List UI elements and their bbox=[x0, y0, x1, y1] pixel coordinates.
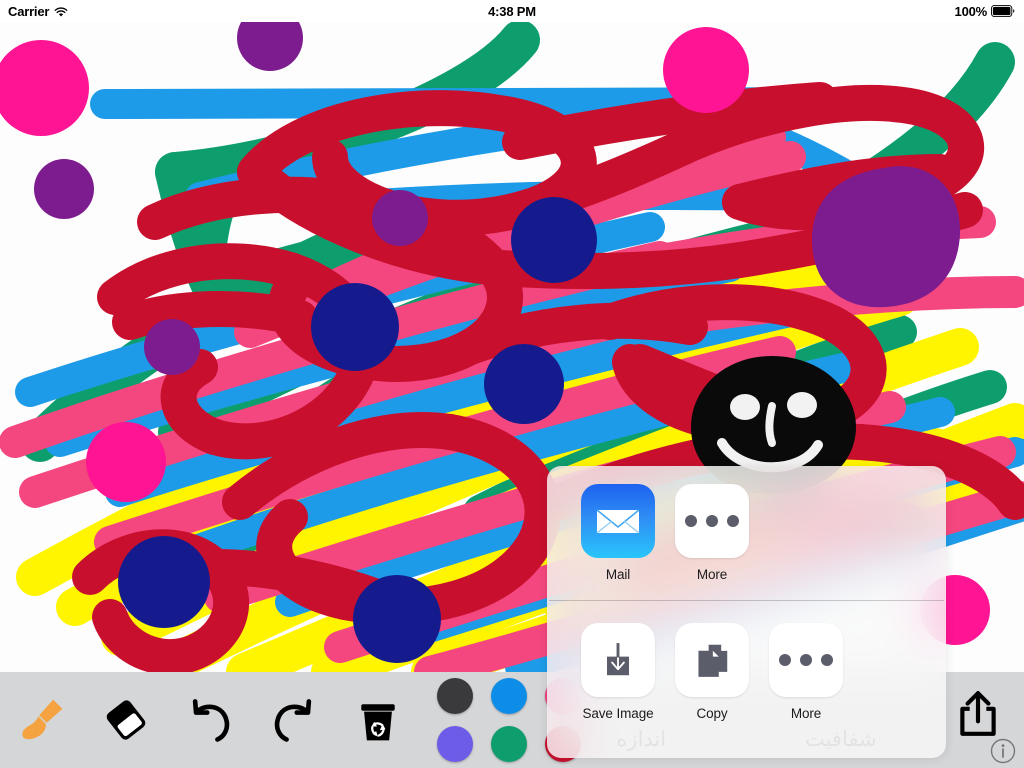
swatch-dark[interactable] bbox=[437, 678, 473, 714]
mail-envelope-icon bbox=[596, 509, 640, 534]
share-button[interactable] bbox=[948, 684, 1008, 744]
share-action-more[interactable]: More bbox=[769, 623, 843, 721]
status-bar: Carrier 4:38 PM 100% bbox=[0, 0, 1024, 22]
brush-tool[interactable] bbox=[0, 672, 84, 768]
share-item-more-apps[interactable]: More bbox=[675, 484, 749, 582]
trash-recycle-icon bbox=[361, 704, 395, 741]
info-button[interactable] bbox=[990, 738, 1016, 764]
dot-navy bbox=[353, 575, 441, 663]
swatch-blue[interactable] bbox=[491, 678, 527, 714]
ellipsis-icon bbox=[685, 515, 739, 527]
battery-percent-label: 100% bbox=[954, 3, 988, 19]
wifi-icon bbox=[54, 6, 68, 17]
ghost-label-transparency: شفافیت bbox=[804, 728, 877, 751]
status-bar-left: Carrier bbox=[8, 4, 68, 19]
ellipsis-icon bbox=[779, 654, 833, 666]
dot-magenta bbox=[663, 27, 749, 113]
swatch-green[interactable] bbox=[491, 726, 527, 762]
undo-arrow-icon bbox=[192, 699, 230, 742]
ghost-labels: شفافیت اندازه bbox=[547, 727, 946, 752]
share-item-mail[interactable]: Mail bbox=[581, 484, 655, 582]
info-circle-icon bbox=[990, 738, 1016, 764]
share-action-label: Copy bbox=[696, 706, 728, 721]
battery-full-icon bbox=[991, 5, 1016, 17]
copy-documents-icon bbox=[698, 644, 728, 677]
share-actions-row: Save Image Copy More bbox=[547, 601, 946, 721]
paintbrush-icon bbox=[22, 699, 63, 740]
share-action-label: More bbox=[790, 706, 822, 721]
dot-purple bbox=[372, 190, 428, 246]
undo-button[interactable] bbox=[168, 672, 252, 768]
drawing-app-screen: Carrier 4:38 PM 100% Mail More Save Imag… bbox=[0, 0, 1024, 768]
save-image-tile bbox=[581, 623, 655, 697]
swatch-purple[interactable] bbox=[437, 726, 473, 762]
dot-navy bbox=[118, 536, 210, 628]
eraser-tool[interactable] bbox=[84, 672, 168, 768]
ghost-label-size: اندازه bbox=[616, 728, 667, 751]
clear-button[interactable] bbox=[336, 672, 420, 768]
copy-tile bbox=[675, 623, 749, 697]
share-item-label: More bbox=[696, 567, 728, 582]
share-sheet-panel: Mail More Save Image Copy More شفافیت ان… bbox=[547, 466, 946, 758]
redo-button[interactable] bbox=[252, 672, 336, 768]
dot-purple bbox=[144, 319, 200, 375]
carrier-label: Carrier bbox=[8, 3, 50, 19]
eraser-icon bbox=[106, 700, 146, 740]
dot-magenta bbox=[86, 422, 166, 502]
dot-navy bbox=[484, 344, 564, 424]
redo-arrow-icon bbox=[274, 699, 312, 742]
mail-tile bbox=[581, 484, 655, 558]
share-action-copy[interactable]: Copy bbox=[675, 623, 749, 721]
share-action-label: Save Image bbox=[582, 706, 654, 721]
status-bar-time: 4:38 PM bbox=[488, 3, 536, 19]
share-item-label: Mail bbox=[605, 567, 631, 582]
share-export-icon bbox=[960, 691, 996, 736]
save-download-icon bbox=[607, 643, 629, 676]
more-apps-tile bbox=[675, 484, 749, 558]
share-apps-row: Mail More bbox=[547, 466, 946, 582]
dot-navy bbox=[311, 283, 399, 371]
dot-navy bbox=[511, 197, 597, 283]
more-actions-tile bbox=[769, 623, 843, 697]
status-bar-right: 100% bbox=[955, 4, 1016, 19]
share-action-save-image[interactable]: Save Image bbox=[581, 623, 655, 721]
dot-purple bbox=[34, 159, 94, 219]
